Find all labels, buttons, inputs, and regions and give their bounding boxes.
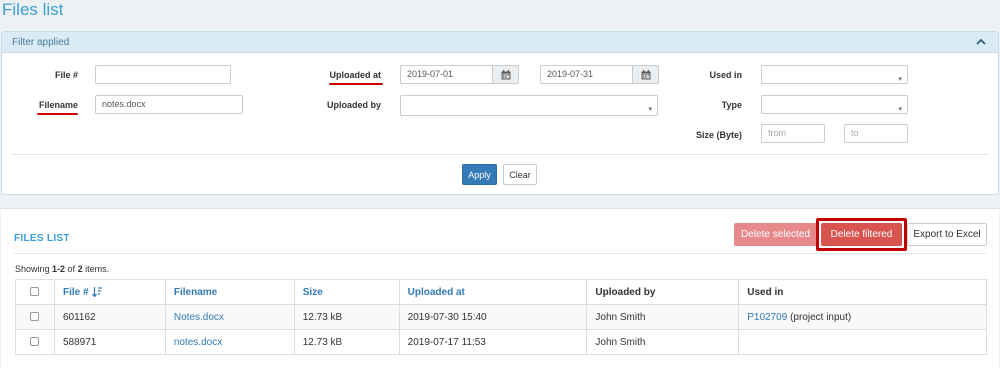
filter-header[interactable]: Filter applied xyxy=(2,32,998,53)
project-link[interactable]: P102709 xyxy=(747,312,787,323)
column-header-uploaded-at[interactable]: Uploaded at xyxy=(398,279,588,305)
used-in-cell xyxy=(738,329,987,355)
filter-panel: Filter applied File # Filename notes.doc… xyxy=(1,31,999,195)
type-select[interactable]: ▾ xyxy=(761,95,908,114)
calendar-to-button[interactable] xyxy=(632,65,659,84)
chevron-down-icon: ▾ xyxy=(898,76,902,83)
delete-selected-button[interactable]: Delete selected xyxy=(734,223,817,246)
select-all-cell[interactable] xyxy=(15,279,55,305)
uploaded-by-select[interactable]: ▾ xyxy=(400,95,658,116)
row-select-cell[interactable] xyxy=(15,304,55,330)
delete-filtered-button[interactable]: Delete filtered xyxy=(821,223,902,246)
uploaded-at-label: Uploaded at xyxy=(329,70,381,80)
uploaded-at-cell: 2019-07-30 15:40 xyxy=(398,304,588,330)
column-header-used-in: Used in xyxy=(738,279,987,305)
uploaded-from-input[interactable]: 2019-07-01 xyxy=(400,65,493,84)
filter-divider xyxy=(12,154,988,155)
filename-input[interactable]: notes.docx xyxy=(95,95,243,114)
file-no-cell: 601162 xyxy=(53,304,166,330)
file-no-label: File # xyxy=(54,70,78,80)
chevron-down-icon: ▾ xyxy=(648,106,652,113)
file-no-cell: 588971 xyxy=(53,329,166,355)
used-in-label: Used in xyxy=(709,70,742,80)
sort-desc-icon xyxy=(91,286,102,297)
clear-button[interactable]: Clear xyxy=(503,164,537,185)
calendar-icon xyxy=(641,69,650,79)
column-header-file-no[interactable]: File # xyxy=(53,279,166,305)
size-to-input[interactable]: to xyxy=(844,124,908,143)
files-panel: FILES LIST Delete selected Delete filter… xyxy=(1,208,999,368)
size-cell: 12.73 kB xyxy=(293,304,400,330)
chevron-up-icon[interactable] xyxy=(975,36,987,48)
chevron-down-icon: ▾ xyxy=(898,106,902,113)
row-checkbox[interactable] xyxy=(30,337,40,347)
uploaded-by-cell: John Smith xyxy=(586,329,740,355)
used-in-select[interactable]: ▾ xyxy=(761,65,908,84)
items-summary: Showing 1-2 of 2 items. xyxy=(15,264,110,274)
page-title: Files list xyxy=(2,0,64,19)
calendar-from-button[interactable] xyxy=(492,65,519,84)
filename-underline-annotation xyxy=(37,113,78,115)
used-in-note: (project input) xyxy=(787,311,852,323)
column-header-uploaded-by: Uploaded by xyxy=(586,279,740,305)
type-label: Type xyxy=(721,100,742,110)
table-row: 588971 notes.docx 12.73 kB 2019-07-17 11… xyxy=(15,329,987,355)
size-from-input[interactable]: from xyxy=(761,124,825,143)
size-cell: 12.73 kB xyxy=(293,329,400,355)
files-title-divider xyxy=(14,253,986,254)
uploaded-by-cell: John Smith xyxy=(586,304,740,330)
table-row: 601162 Notes.docx 12.73 kB 2019-07-30 15… xyxy=(15,304,987,330)
files-table: File # Filename Size Uploaded at Uploade… xyxy=(15,279,987,355)
files-list-title: FILES LIST xyxy=(14,233,70,244)
column-header-filename[interactable]: Filename xyxy=(164,279,295,305)
uploaded-to-input[interactable]: 2019-07-31 xyxy=(540,65,633,84)
used-in-cell: P102709 (project input) xyxy=(738,304,987,330)
export-to-excel-button[interactable]: Export to Excel xyxy=(907,223,987,246)
file-no-input[interactable] xyxy=(95,65,231,84)
row-select-cell[interactable] xyxy=(15,329,55,355)
column-header-size[interactable]: Size xyxy=(293,279,400,305)
uploaded-at-underline-annotation xyxy=(329,83,383,85)
calendar-icon xyxy=(501,69,510,79)
filename-cell: notes.docx xyxy=(164,329,295,355)
filename-link[interactable]: Notes.docx xyxy=(174,312,224,323)
row-checkbox[interactable] xyxy=(30,312,40,322)
uploaded-by-label: Uploaded by xyxy=(326,100,381,110)
filename-label: Filename xyxy=(38,100,78,110)
size-label: Size (Byte) xyxy=(695,130,742,140)
filename-cell: Notes.docx xyxy=(164,304,295,330)
filter-header-title: Filter applied xyxy=(12,37,70,48)
select-all-checkbox[interactable] xyxy=(30,287,40,297)
apply-button[interactable]: Apply xyxy=(462,164,497,185)
uploaded-at-cell: 2019-07-17 11:53 xyxy=(398,329,588,355)
filename-link[interactable]: notes.docx xyxy=(174,337,222,348)
table-header-row: File # Filename Size Uploaded at Uploade… xyxy=(15,279,987,305)
